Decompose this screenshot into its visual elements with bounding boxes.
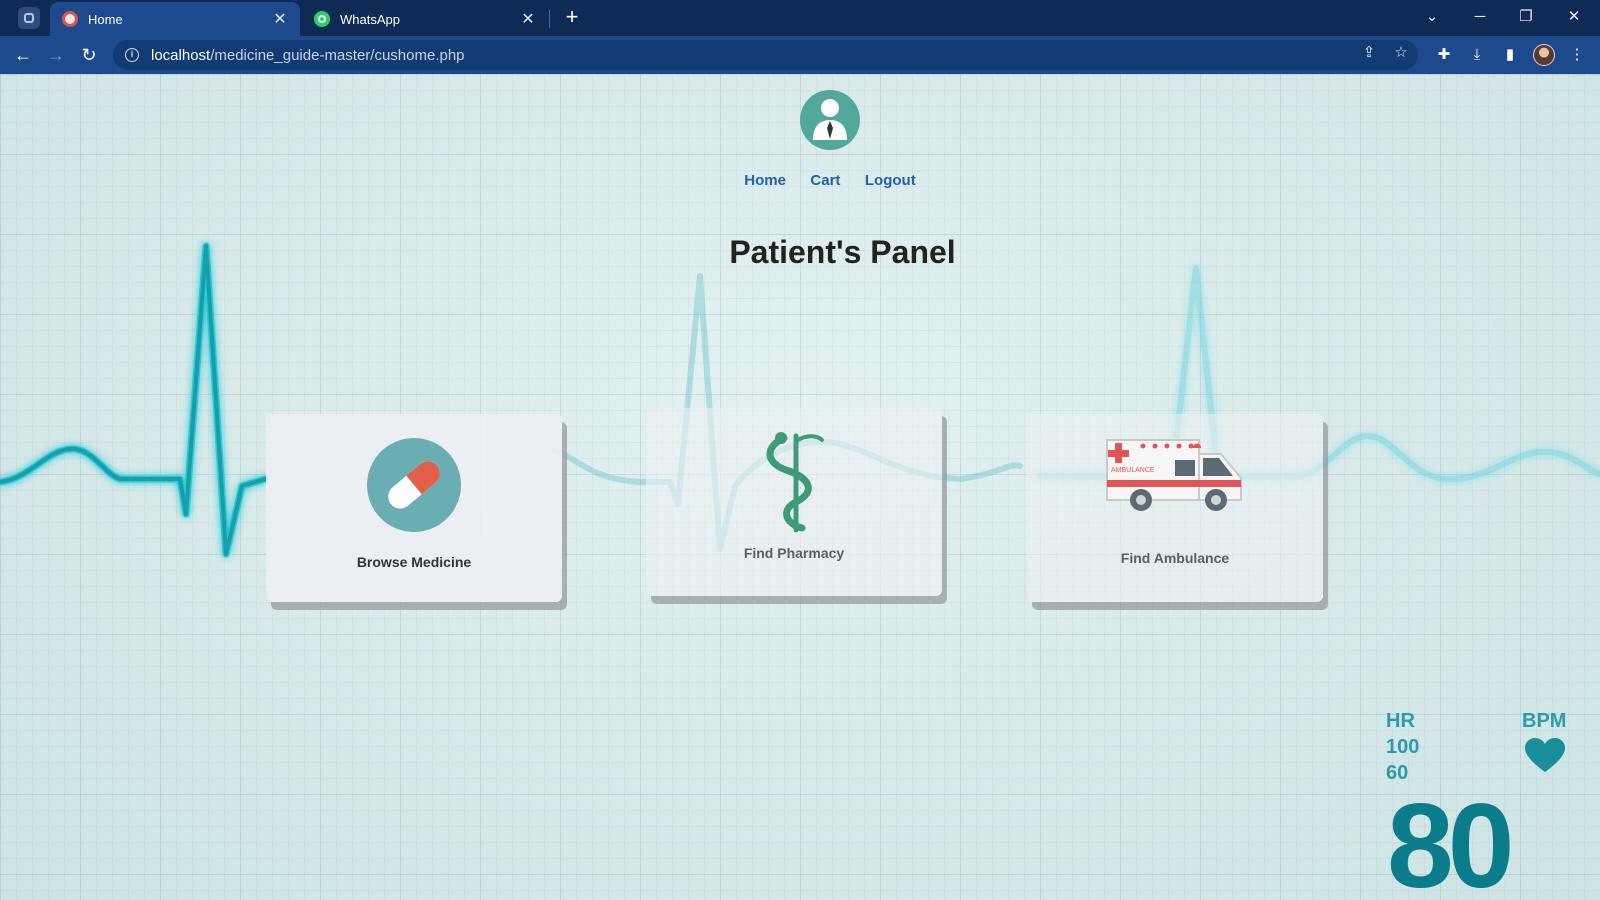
tab-list-chevron-icon[interactable]: ⌄ bbox=[1410, 0, 1454, 32]
bookmark-star-icon[interactable]: ☆ bbox=[1392, 44, 1410, 62]
page-body: Home Cart Logout Patient's Panel Browse … bbox=[0, 74, 1600, 900]
find-ambulance-card[interactable]: AMBULANCE Find Ambulance bbox=[1027, 414, 1323, 602]
tab-whatsapp[interactable]: WhatsApp ✕ bbox=[302, 2, 548, 36]
url-text[interactable]: localhost/medicine_guide-master/cushome.… bbox=[151, 47, 465, 64]
bpm-value: 80 bbox=[1387, 779, 1515, 900]
nav-home-link[interactable]: Home bbox=[744, 172, 786, 189]
card-label: Browse Medicine bbox=[356, 554, 472, 570]
tab-title: Home bbox=[88, 11, 123, 27]
ambulance-icon: AMBULANCE bbox=[1103, 434, 1247, 514]
tab-home[interactable]: Home ✕ bbox=[50, 2, 300, 36]
minimize-button[interactable]: ─ bbox=[1458, 0, 1502, 32]
ambulance-text: AMBULANCE bbox=[1111, 467, 1155, 474]
download-icon[interactable]: ⤓ bbox=[1466, 44, 1488, 66]
extensions-puzzle-icon[interactable]: ✚ bbox=[1433, 44, 1455, 66]
card-label: Find Ambulance bbox=[1120, 550, 1230, 566]
bpm-label: BPM bbox=[1522, 710, 1567, 732]
close-tab-icon[interactable]: ✕ bbox=[272, 9, 288, 29]
new-tab-button[interactable]: + bbox=[560, 6, 584, 30]
nav-logout-link[interactable]: Logout bbox=[865, 172, 916, 189]
nav-cart-link[interactable]: Cart bbox=[810, 172, 840, 189]
more-menu-icon[interactable]: ⋮ bbox=[1566, 44, 1588, 66]
caduceus-icon bbox=[756, 428, 836, 538]
browser-toolbar: ← → ↻ i localhost/medicine_guide-master/… bbox=[0, 36, 1600, 74]
card-label: Find Pharmacy bbox=[743, 545, 845, 561]
browser-tab-bar: Home ✕ WhatsApp ✕ + ⌄ ─ ❐ ✕ bbox=[0, 0, 1600, 36]
home-favicon-icon bbox=[62, 11, 78, 27]
find-pharmacy-card[interactable]: Find Pharmacy bbox=[646, 408, 942, 596]
browse-medicine-card[interactable]: Browse Medicine bbox=[266, 414, 562, 602]
whatsapp-favicon-icon bbox=[314, 11, 330, 27]
url-path: /medicine_guide-master/cushome.php bbox=[210, 46, 465, 64]
page-title: Patient's Panel bbox=[729, 234, 956, 270]
heart-icon bbox=[1525, 738, 1565, 774]
site-info-icon[interactable]: i bbox=[125, 48, 139, 62]
close-window-button[interactable]: ✕ bbox=[1552, 0, 1596, 32]
hr-label: HR bbox=[1386, 710, 1415, 732]
share-icon[interactable]: ⇪ bbox=[1360, 44, 1378, 62]
main-nav: Home Cart Logout bbox=[0, 172, 1600, 190]
reload-icon[interactable]: ↻ bbox=[75, 42, 103, 68]
capsule-icon bbox=[367, 438, 461, 532]
tab-search-icon[interactable] bbox=[18, 7, 40, 29]
tab-title: WhatsApp bbox=[340, 11, 400, 27]
profile-avatar[interactable] bbox=[1533, 44, 1555, 66]
restore-button[interactable]: ❐ bbox=[1504, 0, 1548, 32]
address-bar[interactable]: i localhost/medicine_guide-master/cushom… bbox=[113, 40, 1418, 70]
tab-separator bbox=[549, 10, 550, 28]
back-arrow-icon[interactable]: ← bbox=[9, 42, 37, 68]
side-panel-icon[interactable]: ▮ bbox=[1499, 44, 1521, 66]
close-tab-icon[interactable]: ✕ bbox=[520, 9, 536, 29]
hr-high-value: 100 bbox=[1386, 736, 1420, 758]
url-host: localhost bbox=[151, 46, 211, 64]
forward-arrow-icon[interactable]: → bbox=[42, 42, 70, 68]
user-logo-icon bbox=[800, 90, 860, 150]
